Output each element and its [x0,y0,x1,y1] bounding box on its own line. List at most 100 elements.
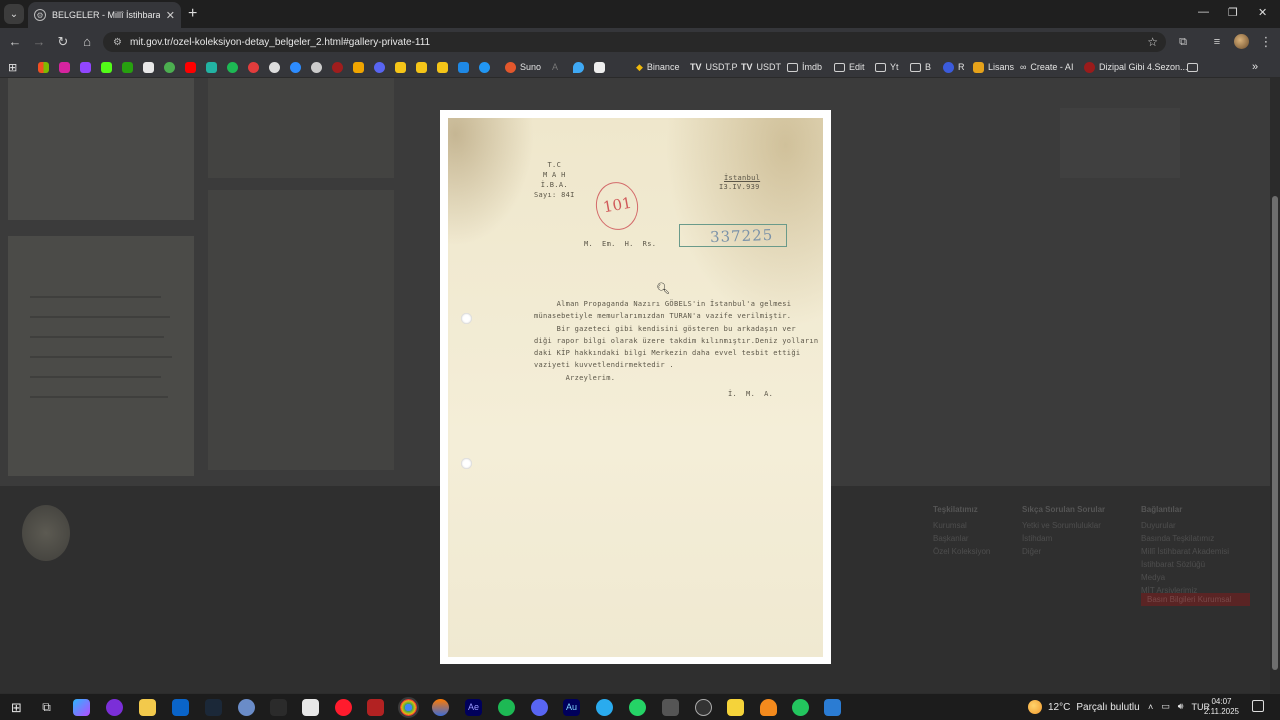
footer-link[interactable]: İstihdam [1022,532,1105,545]
app-icon-23[interactable] [760,699,777,716]
bookmark-spotify[interactable] [227,60,238,74]
home-button[interactable]: ⌂ [78,34,96,50]
forward-button[interactable]: → [30,34,48,50]
bookmark-twitch[interactable] [80,60,91,74]
bookmark-site-14[interactable] [290,60,301,74]
menu-kebab-icon[interactable]: ⋮ [1257,34,1275,50]
store-icon[interactable] [302,699,319,716]
site-info-icon[interactable]: ⚙ [113,37,122,48]
bookmark-site-18[interactable] [374,60,385,74]
gallery-thumb-4[interactable] [8,236,194,476]
bookmark-folder-yt[interactable]: Yt [875,60,899,74]
audition-icon[interactable]: Au [563,699,580,716]
restore-button[interactable]: ❐ [1228,6,1238,19]
bookmark-folder-edit[interactable]: Edit [834,60,865,74]
bookmark-youtube[interactable] [185,60,196,74]
media-control-icon[interactable]: ≡ [1208,34,1226,50]
file-explorer-icon[interactable] [139,699,156,716]
bookmark-r[interactable]: R [943,60,965,74]
bookmark-site-23[interactable] [479,60,490,74]
app-icon-24[interactable] [792,699,809,716]
bookmark-suno[interactable]: Suno [505,60,541,74]
bookmark-site-13[interactable] [269,60,280,74]
bookmark-kick[interactable] [101,60,112,74]
footer-red-link[interactable]: Basın Bilgileri Kurumsal [1141,593,1250,606]
bookmark-instagram[interactable] [59,60,70,74]
address-bar[interactable]: ⚙ mit.gov.tr/ozel-koleksiyon-detay_belge… [103,32,1166,52]
discord-icon[interactable] [531,699,548,716]
after-effects-icon[interactable]: Ae [465,699,482,716]
lightbox-image-frame[interactable]: T.C M A H İ.B.A. Sayı: 84I İstanbul I3.I… [440,110,831,664]
bookmark-site-10[interactable] [206,60,217,74]
gallery-thumb-3[interactable] [208,190,394,470]
outlook-icon[interactable] [172,699,189,716]
copilot-icon[interactable] [73,699,90,716]
bookmark-site-16[interactable] [332,60,343,74]
bookmark-site-12[interactable] [248,60,259,74]
gallery-thumb-2[interactable] [208,78,394,178]
sticky-notes-icon[interactable] [727,699,744,716]
bookmark-site-21[interactable] [437,60,448,74]
bookmark-site-a[interactable]: A [552,60,558,74]
app-icon-13[interactable] [432,699,449,716]
profile-avatar[interactable] [1234,34,1249,49]
whatsapp-icon[interactable] [629,699,646,716]
chevron-up-icon[interactable]: ˄ [1148,702,1153,712]
bookmark-site-7[interactable] [143,60,154,74]
chrome-icon[interactable] [398,697,419,718]
bookmark-site-15[interactable] [311,60,322,74]
bookmark-lisans[interactable]: Lisans [973,60,1014,74]
active-tab[interactable]: ⚙ BELGELER - Millî İstihbarat Teşki ✕ [28,2,181,28]
bookmark-binance[interactable]: ◆ Binance [636,60,679,74]
bookmark-site-20[interactable] [416,60,427,74]
footer-link[interactable]: Kurumsal [933,519,990,532]
steam-icon[interactable] [205,699,222,716]
bookmark-site-8[interactable] [164,60,175,74]
more-bookmarks-icon[interactable]: » [1252,60,1258,74]
footer-link[interactable]: Diğer [1022,545,1105,558]
footer-link[interactable]: Yetki ve Sorumluluklar [1022,519,1105,532]
bookmark-microsoft[interactable] [38,60,49,74]
tab-search-button[interactable]: ⌄ [4,4,24,24]
bookmark-folder-imdb[interactable]: İmdb [787,60,822,74]
bookmark-site-box[interactable] [594,60,605,74]
bookmark-kick-2[interactable] [122,60,133,74]
bookmark-usdt[interactable]: TV USDT [741,60,781,74]
reload-button[interactable]: ↻ [54,34,72,50]
footer-link[interactable]: İstihbarat Sözlüğü [1141,558,1229,571]
back-button[interactable]: ← [6,34,24,50]
volume-icon[interactable]: 🔊︎ [1178,701,1184,712]
bookmark-dizipal[interactable]: Dizipal Gibi 4.Sezon... [1084,60,1188,74]
network-icon[interactable]: ▭ [1161,701,1170,712]
notification-icon[interactable] [1252,700,1264,712]
gallery-thumb-1[interactable] [8,78,194,220]
footer-link[interactable]: Medya [1141,571,1229,584]
app-icon-7[interactable] [238,699,255,716]
bookmark-drop[interactable] [573,60,584,74]
apps-grid-icon[interactable]: ⊞ [8,60,17,74]
calculator-icon[interactable] [662,699,679,716]
task-view-icon[interactable]: ⧉ [38,699,55,716]
new-tab-button[interactable]: + [188,5,197,23]
app-red-icon[interactable] [367,699,384,716]
bookmark-site-17[interactable] [353,60,364,74]
footer-link[interactable]: Duyurular [1141,519,1229,532]
bookmark-folder-other[interactable] [1187,60,1198,74]
epic-games-icon[interactable] [270,699,287,716]
telegram-icon[interactable] [596,699,613,716]
minimize-button[interactable]: — [1198,6,1209,18]
app-icon-21[interactable] [695,699,712,716]
app-purple-icon[interactable] [106,699,123,716]
clock[interactable]: 04:07 2.11.2025 [1204,697,1239,717]
bookmark-site-22[interactable] [458,60,469,74]
bookmark-site-19[interactable] [395,60,406,74]
scrollbar-thumb[interactable] [1272,196,1278,670]
opera-icon[interactable] [335,699,352,716]
start-button[interactable]: ⊞ [8,699,25,716]
spotify-icon[interactable] [498,699,515,716]
footer-link[interactable]: Basında Teşkilatımız [1141,532,1229,545]
footer-link[interactable]: Başkanlar [933,532,990,545]
word-icon[interactable] [824,699,841,716]
bookmark-folder-b[interactable]: B [910,60,931,74]
extensions-icon[interactable]: ⧉ [1174,34,1192,50]
